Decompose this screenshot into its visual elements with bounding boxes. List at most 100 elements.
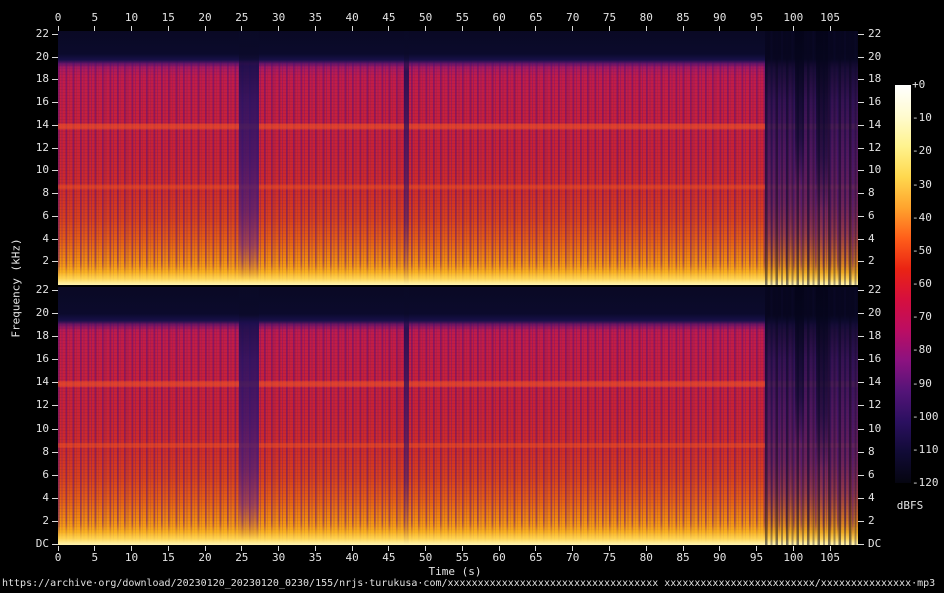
time-tick-label: 50 [419, 551, 433, 564]
freq-tick-label: 22 [868, 283, 882, 296]
freq-tick-label: 10 [868, 421, 882, 435]
freq-tick [52, 193, 58, 195]
colorbar-tick-label: -80 [912, 343, 932, 357]
freq-tick [52, 405, 58, 407]
feature-quiet-line [404, 287, 410, 545]
freq-tick-label: 16 [868, 352, 882, 366]
freq-tick [52, 261, 58, 263]
freq-tick [858, 313, 864, 315]
time-tick-label: 40 [345, 11, 359, 24]
time-tick-label: 80 [639, 11, 653, 24]
freq-tick [52, 474, 58, 476]
colorbar-tick-label: -60 [912, 277, 932, 290]
freq-tick [858, 215, 864, 217]
time-tick-label: 95 [749, 11, 764, 24]
freq-tick [858, 147, 864, 149]
freq-tick-label: 14 [35, 117, 49, 131]
freq-tick-label: 20 [868, 306, 882, 320]
freq-tick-label: 20 [868, 49, 882, 63]
colorbar-tick-label: -30 [912, 177, 932, 191]
time-tick-label: 105 [820, 11, 840, 24]
freq-tick-label: 20 [35, 306, 49, 320]
freq-tick [858, 290, 864, 291]
colorbar-tick-label: -100 [912, 409, 939, 423]
freq-tick-label: 2 [868, 513, 875, 527]
freq-tick [858, 428, 864, 430]
freq-tick-label: 8 [42, 444, 49, 458]
time-tick-label: 50 [419, 11, 433, 24]
freq-tick-label: 22 [35, 283, 49, 296]
time-tick-label: 0 [54, 551, 62, 564]
time-tick-label: 65 [529, 11, 543, 24]
time-tick-label: 60 [492, 551, 506, 564]
time-tick-label: 95 [749, 551, 764, 564]
feature-quiet-band [238, 287, 260, 545]
freq-tick [52, 497, 58, 499]
time-axis-title: Time (s) [428, 565, 482, 578]
freq-tick [858, 238, 864, 240]
time-tick-label: 25 [235, 11, 249, 24]
feature-outro-section [765, 31, 858, 285]
freq-tick [858, 102, 864, 104]
freq-tick-label: 2 [42, 254, 49, 268]
freq-tick-label: 22 [868, 27, 882, 40]
feature-outro-section [765, 287, 858, 545]
time-tick-label: 5 [91, 11, 99, 24]
freq-tick-label: 2 [868, 254, 875, 268]
freq-tick [858, 451, 864, 453]
freq-tick [52, 382, 58, 384]
time-tick-label: 35 [308, 551, 322, 564]
freq-tick-label: 6 [868, 208, 875, 222]
freq-tick-label: 18 [868, 72, 882, 86]
freq-tick-label: 2 [42, 513, 49, 527]
time-tick-label: 75 [602, 11, 617, 24]
freq-tick [858, 336, 864, 338]
colorbar-tick-label: -40 [912, 210, 932, 224]
colorbar-tick-label: -90 [912, 376, 932, 390]
freq-tick-label: 6 [42, 208, 49, 222]
time-tick-label: 5 [91, 551, 99, 564]
freq-tick-label: 10 [868, 163, 882, 177]
colorbar-tick-label: -110 [912, 442, 939, 456]
time-tick-label: 15 [161, 11, 175, 24]
time-tick-label: 10 [124, 551, 139, 564]
time-tick-label: 60 [492, 11, 506, 24]
time-tick-label: 10 [124, 11, 139, 24]
feature-quiet-line [404, 31, 410, 285]
time-tick-label: 30 [271, 551, 286, 564]
freq-tick [858, 520, 864, 522]
time-tick-label: 100 [783, 551, 804, 564]
freq-tick-label: 4 [42, 490, 49, 504]
freq-tick [52, 451, 58, 453]
time-tick-label: 15 [161, 551, 175, 564]
colorbar-tick-label: -50 [912, 243, 932, 257]
freq-tick-label: 10 [35, 163, 49, 177]
freq-tick-label: 12 [868, 398, 882, 412]
freq-tick [858, 79, 864, 81]
time-tick-label: 25 [235, 551, 249, 564]
freq-tick [52, 544, 58, 545]
freq-tick [858, 382, 864, 384]
spectrogram-figure: Frequency (kHz) dBFS Time (s) https://ar… [0, 0, 944, 593]
freq-tick [858, 544, 864, 545]
freq-tick [52, 170, 58, 172]
freq-tick-label: 14 [868, 117, 882, 131]
time-tick-label: 20 [198, 551, 212, 564]
freq-tick [858, 359, 864, 361]
time-tick-label: 70 [566, 551, 580, 564]
freq-tick [52, 215, 58, 217]
time-tick-label: 90 [713, 551, 727, 564]
freq-tick-label: 12 [35, 140, 49, 154]
time-tick-label: 85 [676, 11, 690, 24]
freq-tick-label: 12 [868, 140, 882, 154]
freq-tick [858, 474, 864, 476]
freq-tick-label: 10 [35, 421, 49, 435]
freq-tick-label: 8 [868, 186, 875, 200]
freq-tick [52, 428, 58, 430]
freq-tick-label: 18 [35, 72, 49, 86]
freq-tick [858, 261, 864, 263]
freq-tick-label: 18 [35, 329, 49, 343]
freq-tick [52, 147, 58, 149]
freq-tick [858, 193, 864, 195]
time-tick-label: 85 [676, 551, 690, 564]
